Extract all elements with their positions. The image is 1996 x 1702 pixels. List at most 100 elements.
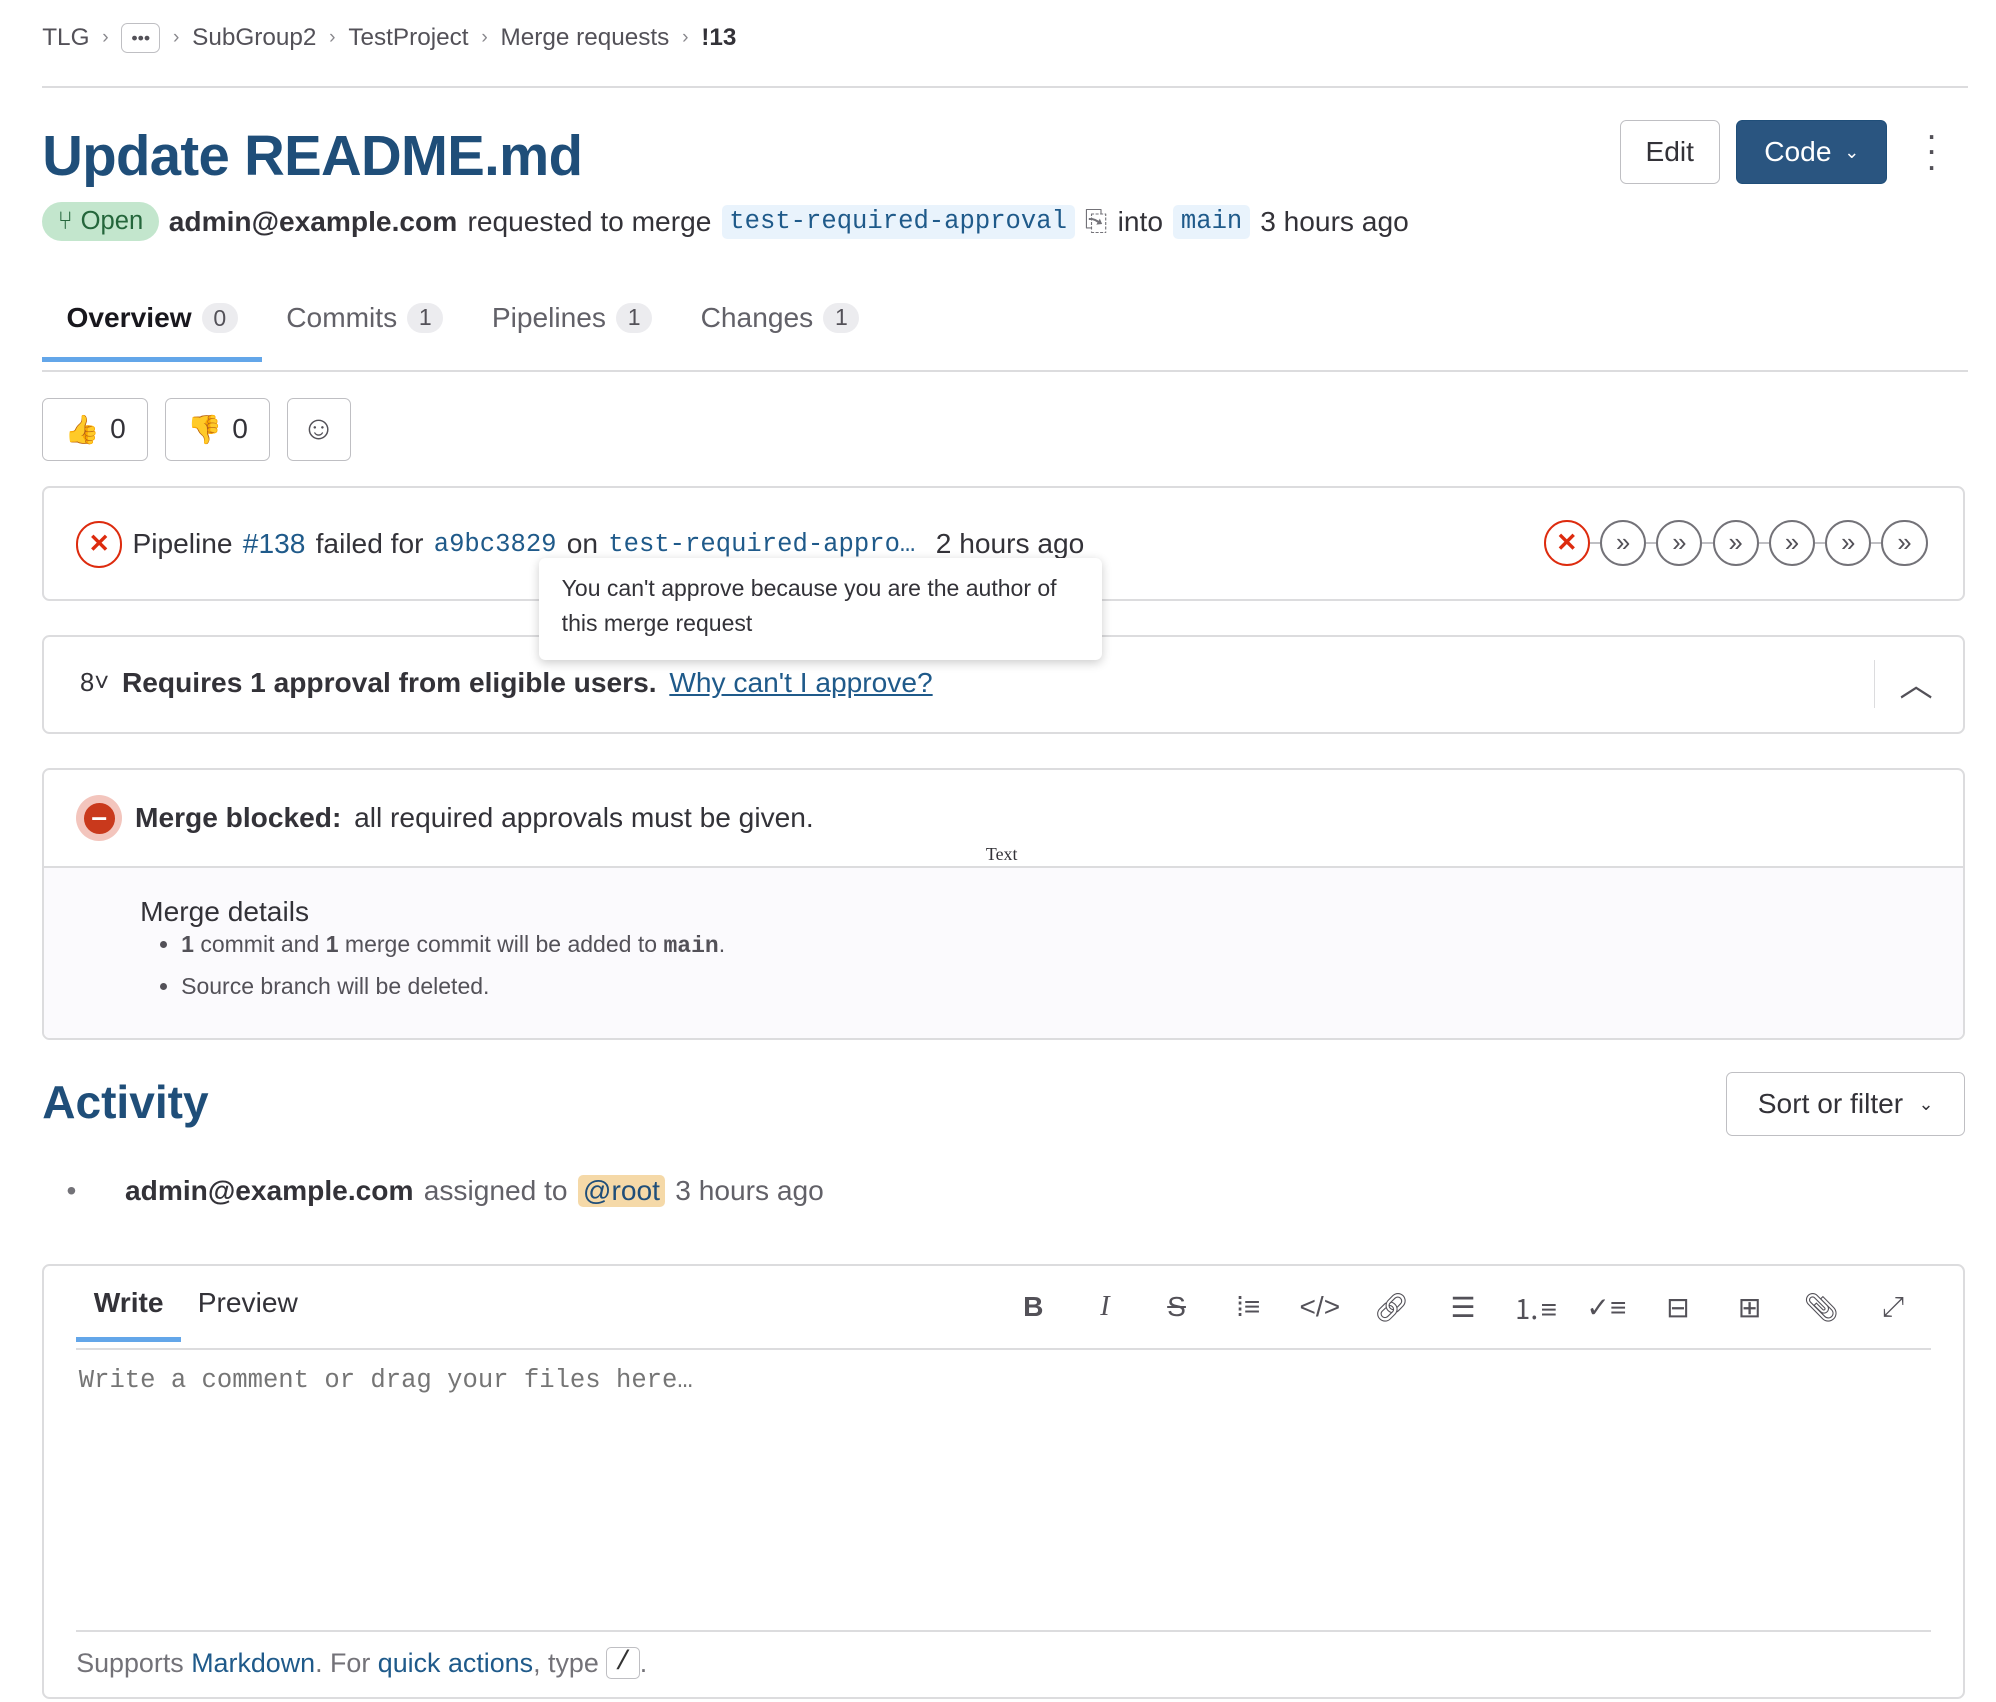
merge-detail-item: Source branch will be deleted. [181, 967, 725, 1007]
tab-pipelines[interactable]: Pipelines 1 [468, 302, 677, 362]
comment-input[interactable] [76, 1363, 1937, 1625]
stage-skipped-icon[interactable]: » [1600, 520, 1647, 567]
branch-link[interactable]: test-required-appro… [608, 530, 915, 559]
crumb-current[interactable]: !13 [701, 24, 736, 52]
pipeline-link[interactable]: #138 [243, 528, 306, 560]
thumbs-up-count: 0 [110, 413, 126, 445]
bullet-list-icon[interactable]: ☰ [1427, 1291, 1499, 1324]
mr-meta: ⑂ Open admin@example.com requested to mer… [42, 202, 1409, 242]
task-list-icon[interactable]: ✓≡ [1571, 1291, 1643, 1324]
merge-card: – Merge blocked: all required approvals … [42, 767, 1966, 1041]
status-badge: ⑂ Open [42, 202, 159, 242]
quick-actions-link[interactable]: quick actions [378, 1648, 533, 1679]
stage-skipped-icon[interactable]: » [1768, 520, 1815, 567]
numbered-list-icon[interactable]: ⒈≡ [1499, 1287, 1571, 1328]
stage-skipped-icon[interactable]: » [1656, 520, 1703, 567]
footer-text: , type [533, 1647, 599, 1678]
footer-text: Supports [76, 1647, 184, 1678]
merge-request-icon: ⑂ [57, 207, 73, 236]
quote-icon[interactable]: ⁞≡ [1212, 1291, 1284, 1323]
add-reaction-button[interactable]: ☺ [286, 397, 351, 461]
footer-text: . [639, 1647, 648, 1678]
crumb-subgroup[interactable]: SubGroup2 [192, 24, 316, 52]
tab-overview[interactable]: Overview 0 [42, 302, 262, 363]
chevron-down-icon: ⌄ [1918, 1093, 1934, 1114]
attach-icon[interactable]: 📎︎ [1785, 1291, 1857, 1324]
tab-commits[interactable]: Commits 1 [262, 302, 468, 362]
thumbs-down-icon: 👎 [187, 413, 223, 445]
copy-icon[interactable]: ⎘ [1085, 205, 1108, 238]
stage-skipped-icon[interactable]: » [1825, 520, 1872, 567]
source-branch[interactable]: test-required-approval [721, 204, 1075, 239]
merge-details: Merge details 1 commit and 1 merge commi… [44, 865, 1964, 1039]
link-icon[interactable]: 🔗︎ [1356, 1291, 1428, 1324]
divider [42, 85, 1968, 89]
merge-blocked-text: all required approvals must be given. [354, 802, 814, 834]
footer-text: . For [315, 1647, 371, 1678]
code-icon[interactable]: </> [1284, 1291, 1356, 1323]
collapsible-icon[interactable]: ⊟ [1642, 1291, 1714, 1324]
thumbs-up-button[interactable]: 👍 0 [42, 397, 149, 461]
stray-text: Text [985, 843, 1018, 864]
sort-filter-dropdown[interactable]: Sort or filter ⌄ [1726, 1072, 1966, 1137]
merge-blocked-label: Merge blocked: [135, 802, 342, 834]
merge-detail-item: 1 commit and 1 merge commit will be adde… [181, 925, 725, 967]
thumbs-down-button[interactable]: 👎 0 [165, 397, 270, 461]
markdown-link[interactable]: Markdown [191, 1648, 315, 1679]
pipeline-time: 2 hours ago [935, 528, 1085, 560]
status-label: Open [80, 207, 144, 236]
merge-details-title: Merge details [140, 895, 310, 927]
meta-time: 3 hours ago [1260, 205, 1409, 237]
pipeline-on: on [566, 528, 599, 560]
code-dropdown-button[interactable]: Code ⌄ [1736, 120, 1888, 185]
activity-text: assigned to [423, 1174, 568, 1206]
table-icon[interactable]: ⊞ [1714, 1291, 1786, 1324]
activity-author[interactable]: admin@example.com [125, 1175, 413, 1207]
meta-text: requested to merge [467, 205, 712, 237]
crumb-project[interactable]: TestProject [348, 24, 468, 52]
approval-icon: 8˅ [80, 668, 110, 697]
pipeline-label: Pipeline [132, 528, 233, 560]
failed-status-icon[interactable]: ✕ [76, 521, 123, 568]
thumbs-down-count: 0 [232, 413, 248, 445]
crumb-merge-requests[interactable]: Merge requests [500, 24, 669, 52]
why-cant-approve-link[interactable]: Why can't I approve? [669, 667, 932, 699]
chevron-down-icon: ⌄ [1844, 141, 1860, 162]
merge-blocked-icon: – [76, 795, 123, 842]
tab-changes[interactable]: Changes 1 [676, 302, 883, 362]
fullscreen-icon[interactable]: ⤢ [1857, 1291, 1929, 1324]
activity-item: • admin@example.com assigned to @root 3 … [66, 1174, 824, 1207]
collapse-chevron-up-icon[interactable]: ︿ [1899, 657, 1932, 706]
tab-write[interactable]: Write [76, 1287, 182, 1342]
pipeline-text: failed for [315, 528, 424, 560]
italic-icon[interactable]: I [1069, 1291, 1141, 1323]
edit-button[interactable]: Edit [1619, 120, 1720, 185]
bold-icon[interactable]: B [997, 1291, 1069, 1323]
crumb-tlg[interactable]: TLG [42, 24, 89, 52]
stage-skipped-icon[interactable]: » [1881, 520, 1928, 567]
page-title: Update README.md [42, 123, 583, 187]
more-actions-icon[interactable]: · · · [1926, 117, 1938, 184]
tabs-divider [42, 369, 1968, 373]
stage-failed-icon[interactable]: ✕ [1543, 520, 1590, 567]
target-branch[interactable]: main [1173, 204, 1250, 239]
stage-skipped-icon[interactable]: » [1712, 520, 1759, 567]
tooltip: You can't approve because you are the au… [538, 557, 1102, 661]
slash-key: / [606, 1647, 640, 1680]
sort-label: Sort or filter [1757, 1088, 1904, 1120]
comment-editor: Write Preview B I S ⁞≡ </> 🔗︎ ☰ ⒈≡ ✓≡ ⊟ … [42, 1264, 1966, 1700]
smiley-icon: ☺ [301, 410, 336, 448]
code-label: Code [1764, 136, 1832, 168]
tab-preview[interactable]: Preview [198, 1287, 298, 1319]
user-mention[interactable]: @root [577, 1174, 666, 1207]
author-link[interactable]: admin@example.com [169, 206, 457, 238]
strikethrough-icon[interactable]: S [1141, 1291, 1213, 1323]
approval-text: Requires 1 approval from eligible users. [121, 667, 657, 699]
activity-heading: Activity [42, 1075, 209, 1128]
bullet-icon: • [66, 1174, 77, 1206]
breadcrumb: TLG › ••• › SubGroup2 › TestProject › Merge … [42, 23, 736, 54]
thumbs-up-icon: 👍 [64, 413, 100, 445]
commit-sha-link[interactable]: a9bc3829 [434, 530, 557, 559]
meta-into: into [1117, 205, 1163, 237]
crumb-more-button[interactable]: ••• [121, 23, 161, 54]
